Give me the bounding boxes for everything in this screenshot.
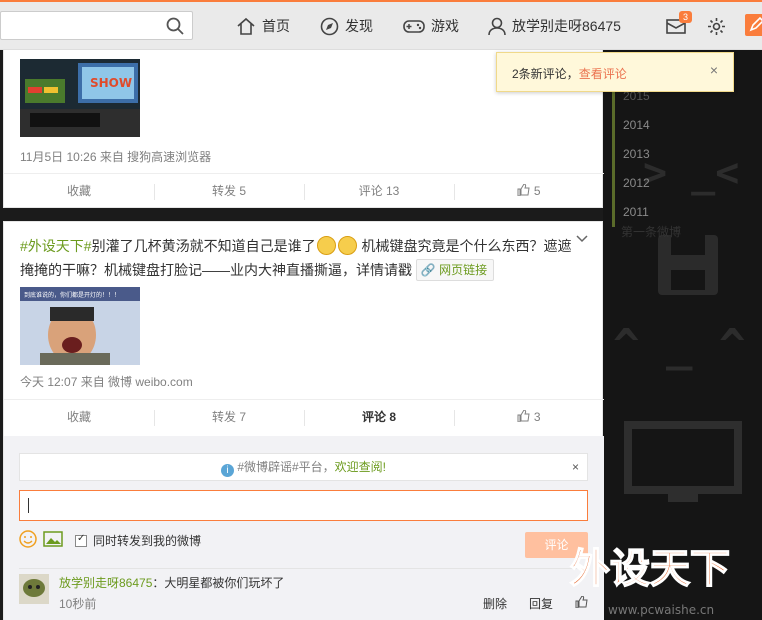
repost-button[interactable]: 转发 5 [154,174,304,209]
emoji-icon [316,236,336,255]
comment-button[interactable]: 评论 8 [304,400,454,435]
collect-button[interactable]: 收藏 [4,400,154,435]
comment-time: 10秒前 [59,597,97,611]
comment-text: ：大明星都被你们玩坏了 [152,576,285,590]
like-button[interactable]: 3 [454,400,604,435]
watermark-logo: 外设天下 www.pcwaishe.cn [556,520,762,620]
web-link-label: 网页链接 [439,263,488,277]
home-icon [236,17,256,35]
nav-home-label: 首页 [262,18,290,34]
svg-text:外设天下: 外设天下 [570,546,730,592]
feed-card: #外设天下#别灌了几杯黄汤就不知道自己是谁了 机械键盘究竟是个什么东西？遮遮掩掩… [3,221,604,620]
timeline-year[interactable]: 2014 [623,111,650,140]
tip-text: #微博辟谣#平台， [237,460,335,474]
emoji-picker-icon[interactable] [19,530,37,551]
post-image[interactable]: 到底谁说的，你们都是开灯的！！！ [20,287,140,365]
new-comment-notification: 2条新评论，查看评论 × [496,52,734,92]
nav-game[interactable]: 游戏 [403,15,459,37]
repost-button[interactable]: 转发 7 [154,400,304,435]
timeline-year[interactable]: 2013 [623,140,650,169]
monitor-icon [624,421,742,502]
accent-line [0,0,762,2]
svg-text:SHOW: SHOW [90,76,132,90]
compose-button[interactable] [745,14,762,36]
view-comments-link[interactable]: 查看评论 [579,67,627,81]
like-count: 5 [533,184,541,198]
svg-text:到底谁说的，你们都是开灯的！！！: 到底谁说的，你们都是开灯的！！！ [24,291,120,299]
nav-home[interactable]: 首页 [236,15,290,37]
comment-content: 放学别走呀86475：大明星都被你们玩坏了 [59,574,284,591]
reply-button[interactable]: 回复 [529,595,553,612]
search-icon[interactable] [166,17,184,38]
hashtag-link[interactable]: #外设天下# [20,238,92,254]
avatar[interactable] [19,574,49,604]
delete-button[interactable]: 删除 [483,595,507,612]
nav-username: 放学别走呀86475 [512,18,621,34]
nav-discover-label: 发现 [345,18,373,34]
thumbs-up-icon [517,409,533,424]
post-text: #外设天下#别灌了几杯黄汤就不知道自己是谁了 机械键盘究竟是个什么东西？遮遮掩掩… [20,234,585,282]
close-icon[interactable]: × [710,62,718,78]
top-nav-bar: 首页 发现 游戏 放学别走呀86475 3 [0,0,762,50]
web-link-button[interactable]: 🔗 网页链接 [415,259,495,281]
rumor-tip-bar: i #微博辟谣#平台，欢迎查阅! × [19,453,588,481]
nav-profile[interactable]: 放学别走呀86475 [488,15,621,37]
face-glyph-2: ^ _ ^ [613,320,746,371]
comment-username[interactable]: 放学别走呀86475 [59,576,152,590]
like-count: 3 [533,410,541,424]
comment-section: i #微博辟谣#平台，欢迎查阅! × 同时转发到我的微博 评论 放学别走呀864… [4,436,604,620]
search-input[interactable] [0,11,193,40]
divider [19,568,588,569]
meme-image: 到底谁说的，你们都是开灯的！！！ [20,287,140,365]
link-icon: 🔗 [420,263,440,277]
gear-icon [707,17,726,36]
comment-tools: 同时转发到我的微博 [19,530,201,551]
notification-text: 2条新评论，查看评论 [512,65,627,82]
svg-text:www.pcwaishe.cn: www.pcwaishe.cn [608,603,714,617]
timeline-year[interactable]: 2012 [623,169,650,198]
pc-setup-image: SHOW [20,59,140,137]
floppy-icon [658,235,718,295]
post-actions: 收藏 转发 7 评论 8 3 [4,399,604,435]
settings-button[interactable] [707,15,726,37]
emoji-icon [337,236,357,255]
compass-icon [320,17,339,36]
first-post-link[interactable]: 第一条微博 [621,223,681,240]
post-text-a: 别灌了几杯黄汤就不知道自己是谁了 [91,238,316,254]
post-image[interactable]: SHOW [20,59,140,137]
repost-checkbox-label: 同时转发到我的微博 [93,534,202,548]
user-icon [488,17,506,36]
tip-link[interactable]: 欢迎查阅! [335,460,386,474]
gamepad-icon [403,18,425,34]
nav-game-label: 游戏 [431,18,459,34]
comment-input[interactable] [19,490,588,521]
message-count-badge: 3 [679,11,693,23]
repost-checkbox[interactable] [75,533,87,547]
post-meta: 11月5日 10:26 来自 搜狗高速浏览器 [20,150,212,164]
comment-button[interactable]: 评论 13 [304,174,454,209]
face-glyph: > _< [643,150,740,196]
close-icon[interactable]: × [572,454,579,480]
text-caret [28,498,29,513]
info-icon: i [220,464,234,477]
edit-icon [749,16,762,32]
collect-button[interactable]: 收藏 [4,174,154,209]
year-timeline: 2015 2014 2013 2012 2011 [612,82,650,227]
nav-discover[interactable]: 发现 [320,15,373,37]
post-meta: 今天 12:07 来自 微博 weibo.com [20,375,193,389]
post-actions: 收藏 转发 5 评论 13 5 [4,173,604,209]
thumbs-up-icon [517,183,533,198]
like-button[interactable]: 5 [454,174,604,209]
image-upload-icon[interactable] [43,531,63,550]
notification-message: 2条新评论， [512,67,579,81]
